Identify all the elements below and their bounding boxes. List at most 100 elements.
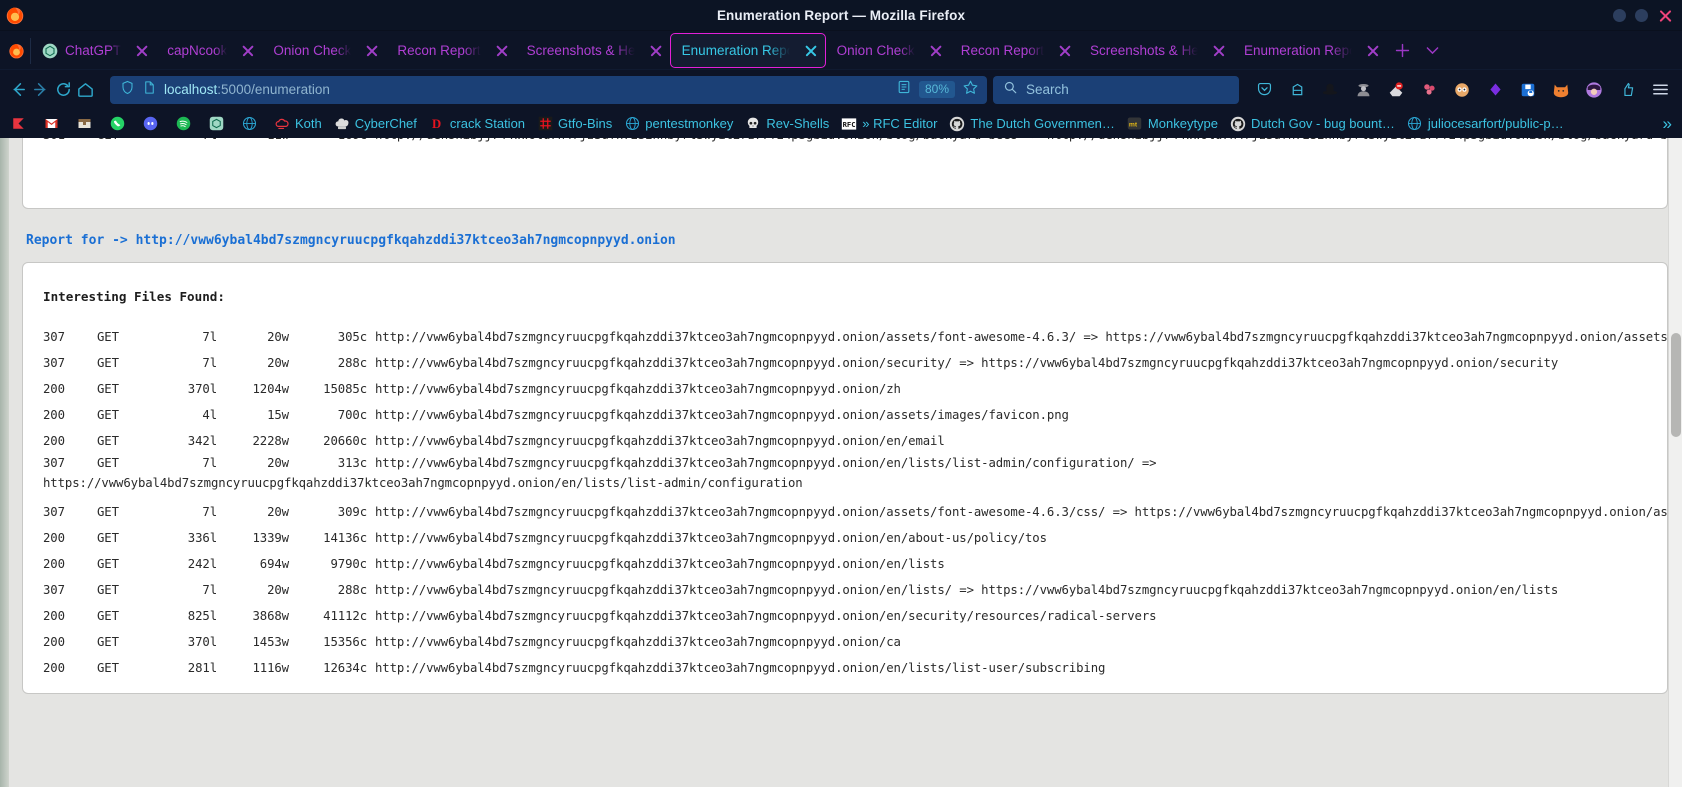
container-icon[interactable] <box>1282 75 1312 105</box>
tab-close-icon[interactable] <box>1057 43 1073 59</box>
scrollbar-thumb[interactable] <box>1671 332 1681 437</box>
bookmark-pentestmonkey[interactable]: pentestmonkey <box>618 112 739 135</box>
tab-screenshots-headers-2[interactable]: Screenshots & Hea <box>1079 34 1233 67</box>
bookmark-crack-station[interactable]: D crack Station <box>423 112 531 135</box>
tab-close-icon[interactable] <box>1365 43 1381 59</box>
spy-icon[interactable] <box>1348 75 1378 105</box>
bookmark-gmail[interactable] <box>37 112 70 135</box>
bookmark-box[interactable] <box>70 112 103 135</box>
minimize-button[interactable] <box>1613 9 1626 22</box>
tab-chatgpt[interactable]: ChatGPT <box>31 34 156 67</box>
pocket-icon[interactable] <box>1249 75 1279 105</box>
tab-label: capNcook <box>167 43 228 58</box>
tab-close-icon[interactable] <box>928 43 944 59</box>
bookmark-chatgpt[interactable] <box>202 112 235 135</box>
shield-icon[interactable] <box>120 80 135 100</box>
bookmark-rfc-editor[interactable]: RFC » RFC Editor <box>835 112 943 135</box>
reader-view-icon[interactable] <box>896 79 912 100</box>
blackhat-icon[interactable] <box>1315 75 1345 105</box>
status-code: 200 <box>43 408 65 422</box>
line-count: 370l <box>187 382 217 396</box>
http-method: GET <box>97 531 119 545</box>
tab-capncook[interactable]: capNcook <box>156 34 262 67</box>
tab-close-icon[interactable] <box>494 43 510 59</box>
bookmark-rev-shells[interactable]: Rev-Shells <box>739 112 835 135</box>
glasses-icon[interactable] <box>1447 75 1477 105</box>
status-code: 200 <box>43 434 65 448</box>
bookmark-label: Dutch Gov - bug bount… <box>1251 116 1395 131</box>
tab-enumeration-report-active[interactable]: Enumeration Repo <box>669 33 826 68</box>
enumeration-results-table: 307 GET 7l 20w 305c http://vww6ybal4bd7szmgnc… <box>35 324 1667 681</box>
line-count: 336l <box>187 531 217 545</box>
tab-onion-check-2[interactable]: Onion Check <box>826 34 950 67</box>
avatar-icon[interactable] <box>1579 75 1609 105</box>
bookmark-juliocesarfort-public-pentesting-reports[interactable]: juliocesarfort/public-p… <box>1401 112 1570 135</box>
line-count: 242l <box>187 557 217 571</box>
fox-icon[interactable] <box>1546 75 1576 105</box>
status-code: 200 <box>43 382 65 396</box>
bookmarks-overflow-chevron-icon[interactable]: » <box>1663 114 1678 134</box>
request-uri: http://vww6ybal4bd7szmgncyruucpgfkqahzdd… <box>375 382 901 396</box>
bookmark-cyberchef[interactable]: CyberChef <box>328 112 423 135</box>
url-bar[interactable]: localhost:5000/enumeration 80% <box>110 75 987 104</box>
bookmark-koth[interactable]: Koth <box>268 112 328 135</box>
bookmark-spotify[interactable] <box>169 112 202 135</box>
report-heading-prefix: Report for -> <box>26 233 136 248</box>
char-count: 313c <box>337 456 367 470</box>
tab-recon-report-1[interactable]: Recon Report <box>386 34 515 67</box>
blocker-icon[interactable] <box>1381 75 1411 105</box>
reload-icon[interactable] <box>52 75 75 105</box>
tab-close-icon[interactable] <box>134 43 150 59</box>
search-bar[interactable]: Search <box>993 75 1239 104</box>
page-info-icon[interactable] <box>142 80 157 100</box>
bookmark-monkeytype[interactable]: mt Monkeytype <box>1121 112 1224 135</box>
new-tab-button[interactable] <box>1387 36 1417 66</box>
home-icon[interactable] <box>75 75 98 105</box>
zoom-level-badge[interactable]: 80% <box>918 81 955 98</box>
diamond-icon[interactable] <box>1480 75 1510 105</box>
list-all-tabs-chevron-down-icon[interactable] <box>1417 36 1447 66</box>
tab-enumeration-report-2[interactable]: Enumeration Repo <box>1233 34 1387 67</box>
bookmark-discord[interactable] <box>136 112 169 135</box>
http-method: GET <box>97 557 119 571</box>
forward-arrow-icon[interactable] <box>30 75 53 105</box>
bookmark-gtfo-bins[interactable]: Gtfo-Bins <box>531 112 618 135</box>
save-page-icon[interactable] <box>1513 75 1543 105</box>
table-row: 200 GET 370l 1453w 15356c http://vww6ybal4bd7… <box>43 629 1657 655</box>
thumb-icon[interactable] <box>1612 75 1642 105</box>
bubbles-icon[interactable] <box>1414 75 1444 105</box>
back-arrow-icon[interactable] <box>7 75 30 105</box>
http-method: GET <box>97 382 119 396</box>
bookmark-dutch-government[interactable]: The Dutch Governmen… <box>943 112 1121 135</box>
bookmark-star-icon[interactable] <box>962 79 979 101</box>
tab-label: Screenshots & Hea <box>1090 43 1199 58</box>
tab-close-icon[interactable] <box>1211 43 1227 59</box>
bookmark-label: Monkeytype <box>1147 116 1219 131</box>
bookmark-dutch-gov-bug-bounty[interactable]: Dutch Gov - bug bount… <box>1224 112 1401 135</box>
tab-onion-check-1[interactable]: Onion Check <box>262 34 386 67</box>
window-controls <box>1613 0 1674 31</box>
maximize-button[interactable] <box>1635 9 1648 22</box>
close-icon[interactable] <box>1657 7 1674 24</box>
request-uri: http://vww6ybal4bd7szmgncyruucpgfkqahzdd… <box>375 531 1047 545</box>
status-code: 301 <box>43 138 97 148</box>
word-count: 20w <box>267 456 289 470</box>
bookmark-whatsapp[interactable] <box>103 112 136 135</box>
bookmark-globe[interactable] <box>235 112 268 135</box>
tab-screenshots-headers-1[interactable]: Screenshots & Hea <box>516 34 670 67</box>
url-text[interactable]: localhost:5000/enumeration <box>164 82 889 97</box>
bookmarks-toolbar: Koth CyberChef D crack Station Gtfo-Bins… <box>0 109 1682 138</box>
tab-close-icon[interactable] <box>240 43 256 59</box>
tab-close-icon[interactable] <box>803 43 819 59</box>
status-code: 200 <box>43 661 65 675</box>
vertical-scrollbar[interactable] <box>1668 138 1682 787</box>
search-input[interactable]: Search <box>1026 82 1069 97</box>
tab-recon-report-2[interactable]: Recon Report <box>950 34 1079 67</box>
hash-icon <box>537 116 553 132</box>
char-count: 9790c <box>330 557 367 571</box>
report-target-url[interactable]: http://vww6ybal4bd7szmgncyruucpgfkqahzdd… <box>136 233 676 248</box>
menu-icon[interactable] <box>1645 75 1675 105</box>
tab-close-icon[interactable] <box>364 43 380 59</box>
tab-close-icon[interactable] <box>648 43 664 59</box>
bookmark-flag[interactable] <box>4 112 37 135</box>
